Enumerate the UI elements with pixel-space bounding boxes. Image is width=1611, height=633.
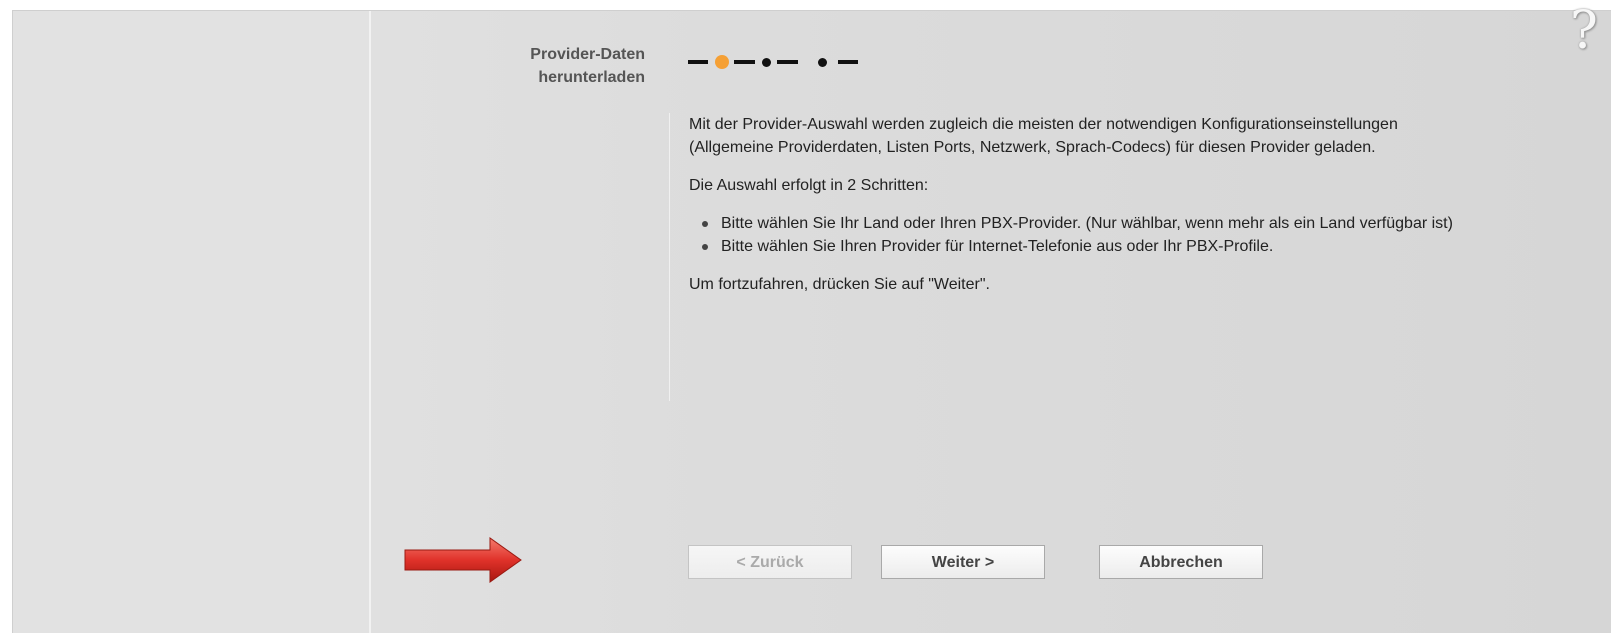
next-button[interactable]: Weiter > <box>881 545 1045 579</box>
help-icon[interactable]: ? <box>1570 0 1610 66</box>
step-title: Provider-Daten herunterladen <box>470 43 645 89</box>
step-indicator-connector <box>777 60 798 64</box>
step-indicator-dot-active <box>715 55 729 69</box>
step-title-line-2: herunterladen <box>538 69 645 86</box>
step-indicator-connector <box>838 60 858 64</box>
intro-paragraph: Mit der Provider-Auswahl werden zugleich… <box>689 116 1398 156</box>
list-item: Bitte wählen Sie Ihren Provider für Inte… <box>702 235 1459 258</box>
continue-hint: Um fortzufahren, drücken Sie auf "Weiter… <box>689 276 990 293</box>
right-arrow-icon <box>404 537 522 583</box>
info-text: Mit der Provider-Auswahl werden zugleich… <box>669 113 1459 401</box>
step-title-line-1: Provider-Daten <box>530 46 645 63</box>
step-indicator-dot <box>762 58 771 67</box>
step-indicator-connector <box>688 60 708 64</box>
step-indicator <box>688 55 868 69</box>
cancel-button[interactable]: Abbrechen <box>1099 545 1263 579</box>
steps-list: Bitte wählen Sie Ihr Land oder Ihren PBX… <box>689 212 1459 258</box>
step-indicator-connector <box>734 60 755 64</box>
steps-intro: Die Auswahl erfolgt in 2 Schritten: <box>689 177 929 194</box>
list-item: Bitte wählen Sie Ihr Land oder Ihren PBX… <box>702 212 1459 235</box>
back-button[interactable]: < Zurück <box>688 545 852 579</box>
step-indicator-dot <box>818 58 827 67</box>
left-panel <box>13 11 371 633</box>
